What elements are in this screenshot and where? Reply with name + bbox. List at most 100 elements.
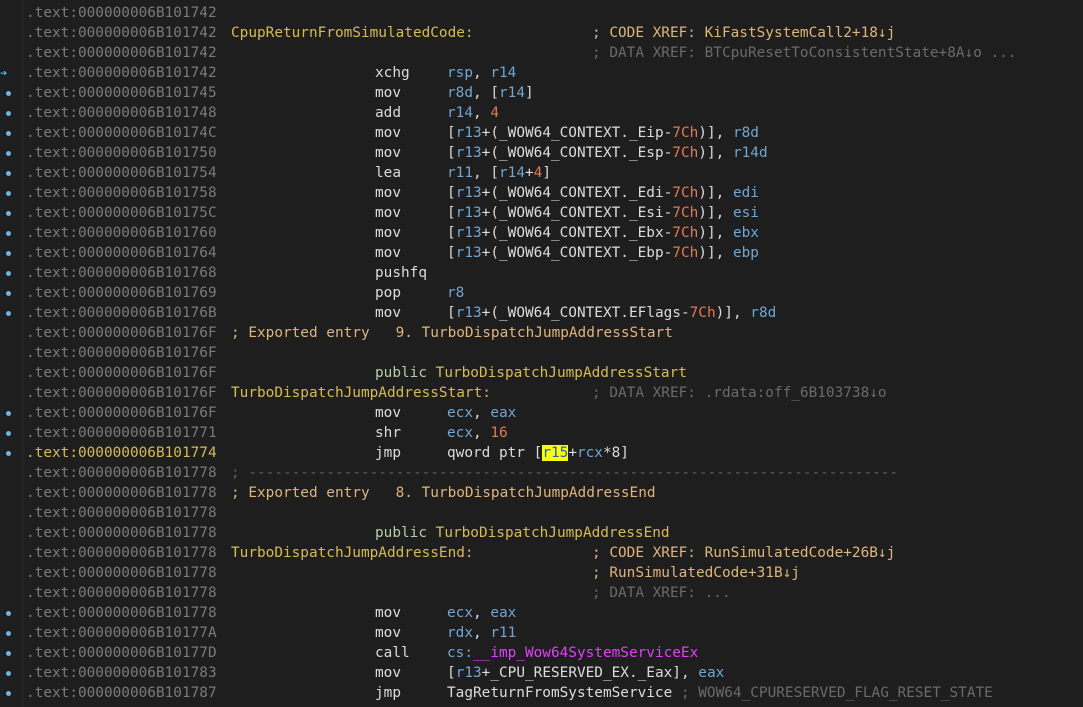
address[interactable]: .text:000000006B101742 bbox=[26, 43, 217, 63]
register-token[interactable]: ecx bbox=[447, 405, 473, 421]
listing-line[interactable]: .text:000000006B101758 mov [r13+(_WOW64_CO… bbox=[0, 183, 1083, 203]
symbol-token[interactable]: _CPU_RESERVED_EX._Eax bbox=[490, 665, 672, 681]
breakpoint-dot-icon[interactable] bbox=[6, 171, 11, 176]
breakpoint-dot-icon[interactable] bbox=[6, 411, 11, 416]
register-token[interactable]: r8d bbox=[750, 305, 776, 321]
address[interactable]: .text:000000006B10176F bbox=[26, 343, 217, 363]
mnemonic[interactable]: add bbox=[375, 103, 401, 123]
register-token[interactable]: r14 bbox=[490, 65, 516, 81]
address[interactable]: .text:000000006B101778 bbox=[26, 523, 217, 543]
operands[interactable]: r8 bbox=[447, 283, 464, 303]
address[interactable]: .text:000000006B10176F bbox=[26, 363, 217, 383]
register-token[interactable]: r11 bbox=[490, 625, 516, 641]
xref-comment[interactable]: ; DATA XREF: ... bbox=[592, 583, 731, 603]
register-token[interactable]: r8d bbox=[447, 85, 473, 101]
register-token[interactable]: r13 bbox=[456, 125, 482, 141]
gutter-cell[interactable] bbox=[0, 183, 22, 203]
operands[interactable]: ecx, 16 bbox=[447, 423, 508, 443]
mnemonic[interactable]: jmp bbox=[375, 683, 401, 703]
address[interactable]: .text:000000006B101778 bbox=[26, 603, 217, 623]
gutter-cell[interactable] bbox=[0, 643, 22, 663]
address[interactable]: .text:000000006B10176F bbox=[26, 403, 217, 423]
operands[interactable]: [r13+(_WOW64_CONTEXT.EFlags-7Ch)], r8d bbox=[447, 303, 776, 323]
gutter-cell[interactable] bbox=[0, 123, 22, 143]
address[interactable]: .text:000000006B101778 bbox=[26, 563, 217, 583]
breakpoint-dot-icon[interactable] bbox=[6, 151, 11, 156]
address[interactable]: .text:000000006B10177A bbox=[26, 623, 217, 643]
address[interactable]: .text:000000006B101778 bbox=[26, 463, 217, 483]
operands[interactable]: rsp, r14 bbox=[447, 63, 516, 83]
address[interactable]: .text:000000006B101769 bbox=[26, 283, 217, 303]
gutter-cell[interactable] bbox=[0, 363, 22, 383]
number-token[interactable]: 7Ch bbox=[672, 225, 698, 241]
listing-line[interactable]: .text:000000006B101778 ; DATA XREF: ... bbox=[0, 583, 1083, 603]
operands[interactable]: [r13+(_WOW64_CONTEXT._Esi-7Ch)], esi bbox=[447, 203, 759, 223]
register-token[interactable]: eax bbox=[698, 665, 724, 681]
address[interactable]: .text:000000006B101760 bbox=[26, 223, 217, 243]
gutter-cell[interactable] bbox=[0, 3, 22, 23]
address[interactable]: .text:000000006B101778 bbox=[26, 543, 217, 563]
gutter-cell[interactable] bbox=[0, 103, 22, 123]
breakpoint-dot-icon[interactable] bbox=[6, 631, 11, 636]
address[interactable]: .text:000000006B101771 bbox=[26, 423, 217, 443]
register-token[interactable]: r8 bbox=[447, 285, 464, 301]
gutter-cell[interactable] bbox=[0, 143, 22, 163]
listing-line[interactable]: .text:000000006B10176F bbox=[0, 343, 1083, 363]
listing-line[interactable]: .text:000000006B101778 ; RunSimulatedCode… bbox=[0, 563, 1083, 583]
symbol-token[interactable]: _WOW64_CONTEXT._Eip bbox=[499, 125, 664, 141]
number-token[interactable]: 7Ch bbox=[672, 125, 698, 141]
operands[interactable]: cs:__imp_Wow64SystemServiceEx bbox=[447, 643, 698, 663]
code-label[interactable]: CpupReturnFromSimulatedCode: bbox=[231, 23, 474, 43]
gutter-cell[interactable] bbox=[0, 383, 22, 403]
register-token[interactable]: cs: bbox=[447, 645, 473, 661]
mnemonic[interactable]: jmp bbox=[375, 443, 401, 463]
listing-line[interactable]: .text:000000006B10176F ; Exported entry 9… bbox=[0, 323, 1083, 343]
symbol-token[interactable]: _WOW64_CONTEXT.EFlags bbox=[499, 305, 681, 321]
register-token[interactable]: r8d bbox=[733, 125, 759, 141]
breakpoint-dot-icon[interactable] bbox=[6, 111, 11, 116]
listing-line[interactable]: .text:000000006B101742 ; DATA XREF: BTCpu… bbox=[0, 43, 1083, 63]
breakpoint-dot-icon[interactable] bbox=[6, 91, 11, 96]
breakpoint-dot-icon[interactable] bbox=[6, 671, 11, 676]
listing-line[interactable]: .text:000000006B101750 mov [r13+(_WOW64_CO… bbox=[0, 143, 1083, 163]
operands[interactable]: [r13+_CPU_RESERVED_EX._Eax], eax bbox=[447, 663, 724, 683]
address[interactable]: .text:000000006B101774 bbox=[26, 443, 217, 463]
mnemonic[interactable]: mov bbox=[375, 223, 401, 243]
register-token[interactable]: r13 bbox=[456, 305, 482, 321]
symbol-token[interactable]: _WOW64_CONTEXT._Esp bbox=[499, 145, 664, 161]
register-token[interactable]: rcx bbox=[577, 445, 603, 461]
number-token[interactable]: 7Ch bbox=[672, 245, 698, 261]
listing-line[interactable]: .text:000000006B101778 bbox=[0, 503, 1083, 523]
listing-line[interactable]: .text:000000006B101760 mov [r13+(_WOW64_CO… bbox=[0, 223, 1083, 243]
gutter-cell[interactable] bbox=[0, 583, 22, 603]
gutter-cell[interactable] bbox=[0, 443, 22, 463]
listing-line[interactable]: .text:000000006B10174C mov [r13+(_WOW64_CO… bbox=[0, 123, 1083, 143]
mnemonic[interactable]: mov bbox=[375, 143, 401, 163]
gutter-cell[interactable] bbox=[0, 263, 22, 283]
register-token[interactable]: r13 bbox=[456, 665, 482, 681]
operands[interactable]: r14, 4 bbox=[447, 103, 499, 123]
address[interactable]: .text:000000006B10176B bbox=[26, 303, 217, 323]
listing-line[interactable]: .text:000000006B10176B mov [r13+(_WOW64_CO… bbox=[0, 303, 1083, 323]
address[interactable]: .text:000000006B10177D bbox=[26, 643, 217, 663]
listing-line[interactable]: .text:000000006B101742 CpupReturnFromSimu… bbox=[0, 23, 1083, 43]
register-token[interactable]: r13 bbox=[456, 205, 482, 221]
gutter-cell[interactable] bbox=[0, 283, 22, 303]
mnemonic[interactable]: mov bbox=[375, 123, 401, 143]
breakpoint-dot-icon[interactable] bbox=[6, 191, 11, 196]
listing-line[interactable]: .text:000000006B101774 jmp qword ptr [r15+… bbox=[0, 443, 1083, 463]
address[interactable]: .text:000000006B101787 bbox=[26, 683, 217, 703]
public-symbol[interactable]: TurboDispatchJumpAddressEnd bbox=[436, 525, 670, 541]
listing-line[interactable]: .text:000000006B101745 mov r8d, [r14] bbox=[0, 83, 1083, 103]
mnemonic[interactable]: mov bbox=[375, 663, 401, 683]
listing-line[interactable]: .text:000000006B10175C mov [r13+(_WOW64_CO… bbox=[0, 203, 1083, 223]
address[interactable]: .text:000000006B101742 bbox=[26, 23, 217, 43]
gutter-cell[interactable] bbox=[0, 223, 22, 243]
breakpoint-dot-icon[interactable] bbox=[6, 431, 11, 436]
gutter-cell[interactable] bbox=[0, 503, 22, 523]
register-token[interactable]: r14 bbox=[447, 105, 473, 121]
listing-line[interactable]: .text:000000006B101778 mov ecx, eax bbox=[0, 603, 1083, 623]
address[interactable]: .text:000000006B101778 bbox=[26, 503, 217, 523]
gutter-cell[interactable] bbox=[0, 163, 22, 183]
listing-line[interactable]: .text:000000006B101787 jmp TagReturnFromSy… bbox=[0, 683, 1083, 703]
